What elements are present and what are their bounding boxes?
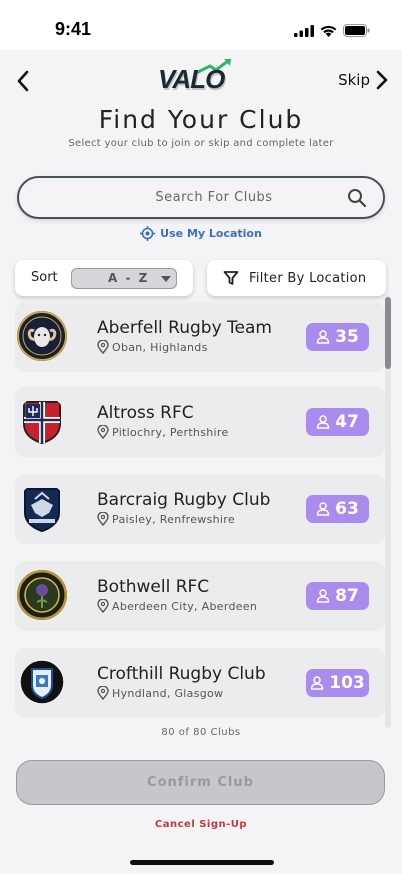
status-icons — [294, 24, 370, 37]
map-pin-icon — [97, 512, 109, 526]
member-count: 35 — [335, 327, 359, 347]
map-pin-icon — [97, 425, 109, 439]
lion-shield-icon — [17, 657, 67, 707]
club-location-text: Paisley, Renfrewshire — [112, 512, 235, 526]
chevron-right-icon — [376, 70, 388, 90]
member-count-badge: 35 — [306, 323, 369, 351]
member-count-badge: 87 — [306, 582, 369, 610]
sort-control: Sort A - Z — [15, 260, 193, 296]
person-icon — [316, 589, 330, 603]
filter-by-location-button[interactable]: Filter By Location — [207, 260, 386, 296]
member-count: 63 — [335, 499, 359, 519]
club-name: Altross RFC — [97, 403, 194, 423]
back-button[interactable] — [12, 68, 34, 94]
person-icon — [316, 415, 330, 429]
cancel-sign-up-link[interactable]: Cancel Sign-Up — [0, 819, 402, 830]
club-card[interactable]: Bothwell RFC Aberdeen City, Aberdeen 87 — [15, 561, 385, 631]
confirm-club-button[interactable]: Confirm Club — [16, 760, 385, 805]
home-indicator — [130, 860, 274, 865]
cellular-signal-icon — [294, 24, 314, 37]
valo-logo: VALO — [158, 56, 244, 100]
location-target-icon — [140, 226, 156, 241]
caret-down-icon — [161, 276, 171, 282]
wifi-icon — [320, 25, 337, 37]
club-location-text: Hyndland, Glasgow — [112, 686, 224, 700]
filter-label: Filter By Location — [249, 270, 367, 286]
status-bar: 9:41 — [0, 0, 402, 50]
club-card[interactable]: Aberfell Rugby Team Oban, Highlands 35 — [15, 302, 385, 372]
skip-button[interactable]: Skip — [338, 70, 388, 90]
sort-label: Sort — [31, 270, 58, 285]
search-bar — [17, 176, 385, 219]
club-location-text: Aberdeen City, Aberdeen — [112, 599, 258, 613]
member-count-badge: 47 — [306, 408, 369, 436]
club-name: Barcraig Rugby Club — [97, 490, 271, 510]
trident-shield-icon — [17, 396, 67, 446]
club-name: Crofthill Rugby Club — [97, 664, 266, 684]
member-count: 87 — [335, 586, 359, 606]
status-time: 9:41 — [55, 19, 92, 39]
club-location-text: Oban, Highlands — [112, 340, 208, 354]
club-list: Aberfell Rugby Team Oban, Highlands 35 A… — [15, 302, 385, 722]
thistle-crest-icon — [17, 570, 67, 620]
club-location: Oban, Highlands — [97, 340, 208, 354]
club-count-label: 80 of 80 Clubs — [161, 727, 241, 738]
club-card[interactable]: Altross RFC Pitlochry, Perthshire 47 — [15, 387, 385, 457]
club-name: Bothwell RFC — [97, 577, 210, 597]
use-my-location-label: Use My Location — [160, 227, 262, 240]
map-pin-icon — [97, 340, 109, 354]
search-input[interactable] — [39, 178, 339, 217]
map-pin-icon — [97, 686, 109, 700]
club-location: Aberdeen City, Aberdeen — [97, 599, 257, 613]
member-count: 103 — [329, 673, 365, 693]
person-icon — [316, 502, 330, 516]
club-location: Paisley, Renfrewshire — [97, 512, 235, 526]
member-count: 47 — [335, 412, 359, 432]
search-icon[interactable] — [347, 188, 367, 208]
person-icon — [316, 330, 330, 344]
filter-funnel-icon — [223, 271, 239, 285]
map-pin-icon — [97, 599, 109, 613]
club-card[interactable]: Barcraig Rugby Club Paisley, Renfrewshir… — [15, 474, 385, 544]
use-my-location-link[interactable]: Use My Location — [0, 226, 402, 241]
header: VALO Skip — [0, 50, 402, 110]
list-scrollbar-thumb[interactable] — [385, 297, 391, 369]
eagle-shield-icon — [17, 483, 67, 533]
battery-icon — [343, 24, 370, 37]
club-location-text: Pitlochry, Perthshire — [112, 425, 229, 439]
page-subtitle: Select your club to join or skip and com… — [68, 138, 334, 149]
person-icon — [311, 676, 324, 690]
club-name: Aberfell Rugby Team — [97, 318, 272, 338]
sort-dropdown[interactable]: A - Z — [71, 268, 177, 289]
club-location: Hyndland, Glasgow — [97, 686, 223, 700]
member-count-badge: 63 — [306, 495, 369, 523]
chevron-left-icon — [17, 70, 29, 92]
club-card[interactable]: Crofthill Rugby Club Hyndland, Glasgow 1… — [15, 648, 385, 718]
skip-label: Skip — [338, 71, 370, 89]
page-title: Find Your Club — [98, 105, 304, 134]
ram-crest-icon — [17, 311, 67, 361]
sort-selected-value: A - Z — [108, 271, 150, 285]
club-location: Pitlochry, Perthshire — [97, 425, 229, 439]
member-count-badge: 103 — [306, 669, 369, 697]
logo-text: VALO — [158, 64, 225, 94]
